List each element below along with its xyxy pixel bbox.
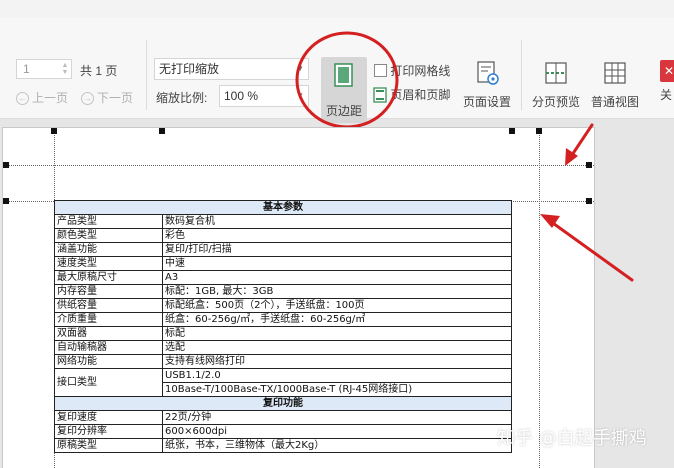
spec-key: 颜色类型 [54, 228, 163, 243]
title-bar-strip [0, 0, 674, 19]
spec-key: 产品类型 [54, 214, 163, 229]
table-row: 自动输稿器 选配 [54, 340, 512, 355]
table-row: 双面器 标配 [54, 326, 512, 341]
next-page-label: 下一页 [97, 91, 134, 105]
spec-key: 涵盖功能 [54, 242, 163, 257]
spec-key: 复印速度 [54, 410, 163, 425]
table-row: 介质重量 纸盒：60-256g/㎡，手送纸盘：60-256g/㎡ [54, 312, 512, 327]
margin-handle[interactable] [3, 198, 9, 204]
table-row: 复印速度 22页/分钟 [54, 410, 512, 425]
margin-handle[interactable] [51, 128, 57, 134]
page-setup-icon [477, 61, 499, 85]
spec-value: 22页/分钟 [162, 410, 512, 425]
spec-value: 中速 [162, 256, 512, 271]
spec-value: 标配：1GB, 最大：3GB [162, 284, 512, 299]
table-row: 内存容量 标配：1GB, 最大：3GB [54, 284, 512, 299]
page-setup-label: 页面设置 [462, 95, 511, 109]
spec-value: 复印/打印/扫描 [162, 242, 512, 257]
spec-value: USB1.1/2.0 [162, 368, 512, 383]
page-break-preview-button[interactable]: 分页预览 [530, 60, 582, 110]
spec-value: 标配纸盒：500页（2个），手送纸盘：100页 [162, 298, 512, 313]
annotation-circle [295, 31, 399, 129]
spec-key: 接口类型 [54, 368, 163, 397]
page-number-input[interactable]: 1 ▲ ▼ [16, 59, 72, 79]
spec-key: 自动输稿器 [54, 340, 163, 355]
page-number-value: 1 [23, 62, 30, 76]
watermark: 知乎 @白起手撕鸡 [497, 428, 647, 449]
print-scaling-select[interactable]: 无打印缩放 ▼ [154, 58, 309, 80]
margin-handle[interactable] [3, 162, 9, 168]
section-header-row: 基本参数 [54, 200, 512, 215]
margin-handle[interactable] [509, 128, 515, 134]
table-row: 复印分辨率 600×600dpi [54, 424, 512, 439]
separator [146, 40, 147, 110]
normal-view-button[interactable]: 普通视图 [589, 60, 641, 110]
prev-page-label: 上一页 [32, 91, 69, 105]
spec-value: 彩色 [162, 228, 512, 243]
spec-key: 介质重量 [54, 312, 163, 327]
table-row: 涵盖功能 复印/打印/扫描 [54, 242, 512, 257]
table-row: 最大原稿尺寸 A3 [54, 270, 512, 285]
zoom-value: 100 % [224, 89, 259, 103]
section-header-row: 复印功能 [54, 396, 512, 411]
close-icon: ✕ [660, 60, 674, 82]
spec-value: 标配 [162, 326, 512, 341]
section-header: 复印功能 [54, 396, 512, 411]
spec-key: 复印分辨率 [54, 424, 163, 439]
close-preview-button[interactable]: ✕ 关 [656, 60, 674, 103]
prev-page-button[interactable]: ← 上一页 [16, 89, 68, 106]
section-header: 基本参数 [54, 200, 512, 215]
page-spinner[interactable]: ▲ ▼ [61, 62, 69, 76]
arrow-right-icon: → [81, 92, 94, 106]
spec-key: 速度类型 [54, 256, 163, 271]
spec-key: 原稿类型 [54, 438, 163, 453]
spec-value: 纸张，书本，三维物体（最大2Kg） [162, 438, 512, 453]
header-margin-line[interactable] [3, 165, 594, 166]
normal-view-label: 普通视图 [590, 95, 639, 109]
table-row: 颜色类型 彩色 [54, 228, 512, 243]
page-break-preview-label: 分页预览 [531, 95, 580, 109]
spec-value: A3 [162, 270, 512, 285]
arrow-left-icon: ← [16, 92, 29, 106]
print-scaling-value: 无打印缩放 [159, 62, 220, 76]
grid-view-icon [604, 62, 626, 84]
spec-value: 选配 [162, 340, 512, 355]
spec-value: 600×600dpi [162, 424, 512, 439]
table-row: 速度类型 中速 [54, 256, 512, 271]
spec-value: 10Base-T/100Base-TX/1000Base-T (RJ-45网络接… [162, 382, 512, 397]
table-row: 原稿类型 纸张，书本，三维物体（最大2Kg） [54, 438, 512, 453]
spec-value: 纸盒：60-256g/㎡，手送纸盘：60-256g/㎡ [162, 312, 512, 327]
table-row: 产品类型 数码复合机 [54, 214, 512, 229]
total-pages-label: 共 1 页 [80, 64, 118, 78]
table-row: 网络功能 支持有线网络打印 [54, 354, 512, 369]
page-break-preview-icon [545, 62, 567, 84]
table-row: 供纸容量 标配纸盒：500页（2个），手送纸盘：100页 [54, 298, 512, 313]
spec-key: 供纸容量 [54, 298, 163, 313]
page-setup-button[interactable]: 页面设置 [461, 60, 513, 110]
separator [521, 40, 522, 110]
margin-handle[interactable] [159, 128, 165, 134]
spec-key: 网络功能 [54, 354, 163, 369]
annotation-arrows [540, 123, 634, 282]
spec-key: 双面器 [54, 326, 163, 341]
spec-value: 支持有线网络打印 [162, 354, 512, 369]
table-row: 接口类型 USB1.1/2.0 [54, 368, 512, 397]
spec-key: 内存容量 [54, 284, 163, 299]
close-label: 关 [660, 88, 673, 102]
next-page-button[interactable]: → 下一页 [81, 89, 133, 106]
spec-value: 数码复合机 [162, 214, 512, 229]
spec-key: 最大原稿尺寸 [54, 270, 163, 285]
zoom-label: 缩放比例: [156, 91, 208, 105]
spec-table: 基本参数 产品类型 数码复合机 颜色类型 彩色 涵盖功能 复印/打印/扫描 速度类型 中速 最大… [54, 200, 512, 453]
